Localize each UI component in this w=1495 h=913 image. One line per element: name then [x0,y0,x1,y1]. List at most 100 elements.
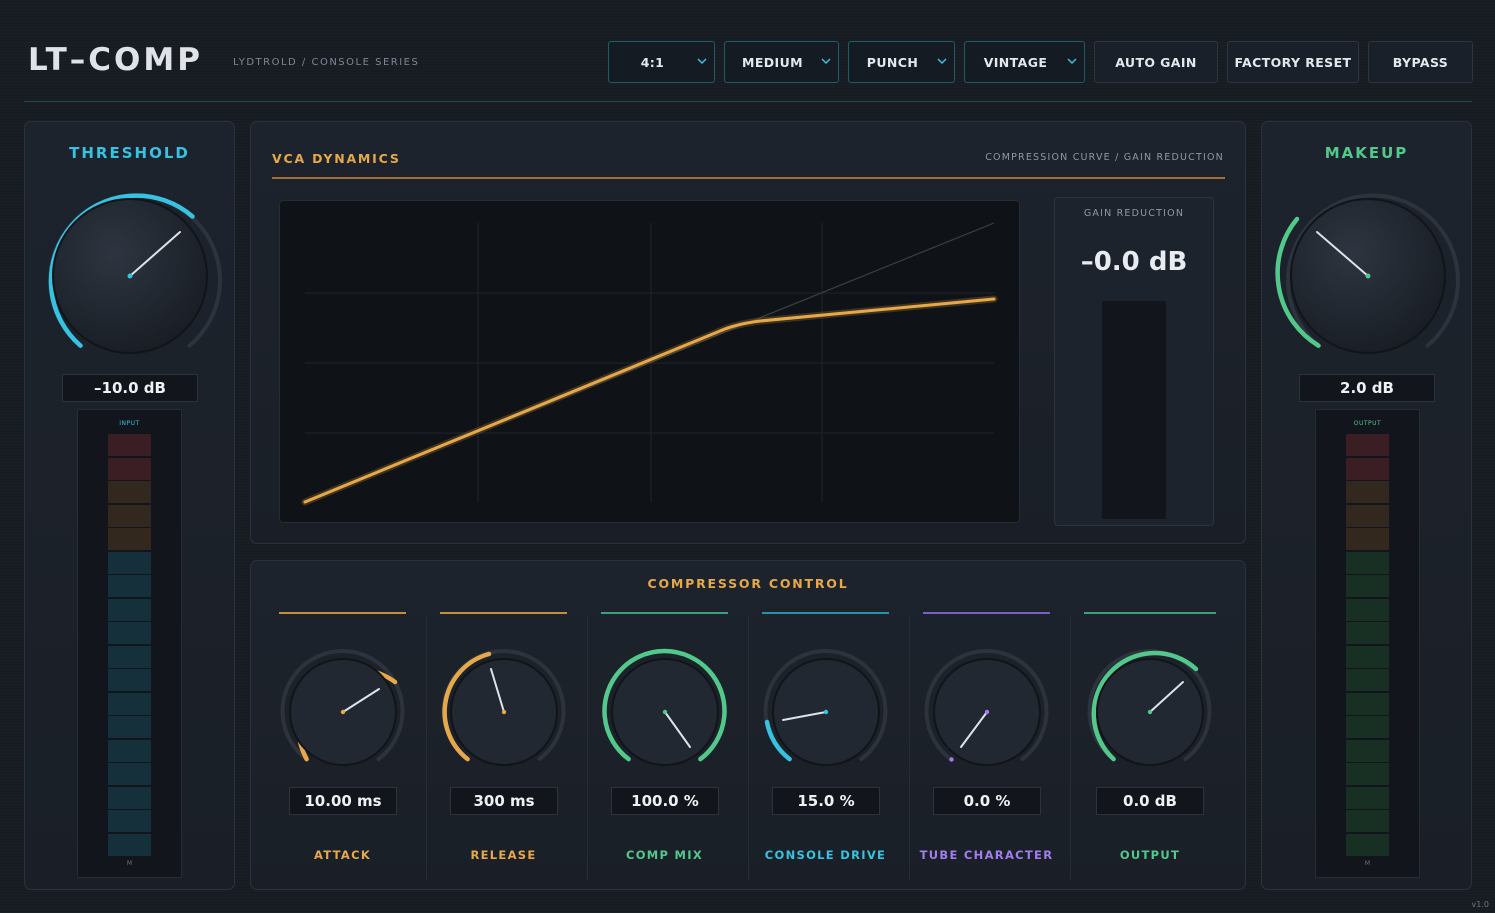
dynamics-title: VCA DYNAMICS [272,151,401,166]
makeup-panel: MAKEUP 2.0 dB OUTPUT M [1261,121,1472,890]
threshold-panel: THRESHOLD –10.0 dB INPUT M [24,121,235,890]
meter-segment [1346,551,1389,574]
plugin-title: LT–COMP [28,42,203,78]
release-label: RELEASE [470,848,537,862]
meter-segment [108,457,151,480]
meter-segment [1346,692,1389,715]
compressor-control-title: COMPRESSOR CONTROL [647,576,849,591]
gain-reduction-label: GAIN REDUCTION [1083,208,1185,219]
release-knob[interactable] [439,647,569,777]
makeup-knob[interactable] [1273,179,1463,369]
meter-segment [1346,786,1389,809]
release-accent-line [440,612,567,614]
meter-segment [108,786,151,809]
chevron-down-icon [937,58,947,65]
meter-segment [1346,810,1389,832]
attack-knob[interactable] [278,647,408,777]
threshold-value[interactable]: –10.0 dB [62,374,198,402]
meter-segment [1346,716,1389,738]
meter-segment [1346,669,1389,691]
chevron-down-icon [1067,58,1077,65]
tube-character-control: 0.0 % TUBE CHARACTER [906,612,1067,878]
meter-segment [1346,504,1389,527]
meter-segment [108,716,151,738]
comp-mix-value[interactable]: 100.0 % [611,787,719,815]
output-control: 0.0 dB OUTPUT [1067,612,1233,878]
tube-character-label: TUBE CHARACTER [919,848,1054,862]
makeup-value[interactable]: 2.0 dB [1299,374,1435,402]
meter-segment [108,481,151,503]
meter-segment [108,528,151,550]
meter-segment [108,833,151,856]
meter-segment [108,504,151,527]
meter-segment [108,622,151,644]
output-meter-marker: M [1364,860,1371,867]
meter-segment [108,598,151,621]
chevron-down-icon [697,58,707,65]
output-meter-label: OUTPUT [1353,420,1382,427]
meter-segment [1346,434,1389,456]
speed-dropdown[interactable]: MEDIUM [724,41,839,83]
compression-curve-graph [279,200,1020,523]
meter-segment [108,669,151,691]
header-divider [24,101,1472,102]
makeup-title: MAKEUP [1324,144,1409,162]
output-meter: OUTPUT M [1315,409,1420,878]
console-drive-accent-line [762,612,889,614]
meter-segment [108,739,151,762]
meter-segment [108,810,151,832]
meter-segment [1346,833,1389,856]
model-dropdown[interactable]: VINTAGE [964,41,1085,83]
output-accent-line [1084,612,1216,614]
meter-segment [1346,645,1389,668]
input-meter-marker: M [126,860,133,867]
meter-segment [1346,598,1389,621]
attack-label: ATTACK [313,848,372,862]
meter-segment [1346,528,1389,550]
release-value[interactable]: 300 ms [450,787,558,815]
bypass-button[interactable]: BYPASS [1368,41,1473,83]
console-drive-control: 15.0 % CONSOLE DRIVE [745,612,906,878]
version-label: v1.0 [1471,900,1489,909]
input-meter: INPUT M [77,409,182,878]
ratio-dropdown[interactable]: 4:1 [608,41,715,83]
gain-reduction-value: –0.0 dB [1080,247,1188,277]
output-knob[interactable] [1085,647,1215,777]
auto-gain-button[interactable]: AUTO GAIN [1094,41,1218,83]
console-drive-value[interactable]: 15.0 % [772,787,880,815]
output-value[interactable]: 0.0 dB [1096,787,1204,815]
speed-value: MEDIUM [742,54,803,70]
threshold-knob[interactable] [35,179,225,369]
output-label: OUTPUT [1119,848,1181,862]
meter-segment [108,763,151,785]
meter-segment [108,551,151,574]
factory-reset-button[interactable]: FACTORY RESET [1227,41,1359,83]
dynamics-subtitle: COMPRESSION CURVE / GAIN REDUCTION [985,152,1224,163]
comp-mix-accent-line [601,612,728,614]
meter-segment [108,434,151,456]
meter-segment [1346,457,1389,480]
console-drive-knob[interactable] [761,647,891,777]
chevron-down-icon [821,58,831,65]
console-drive-label: CONSOLE DRIVE [764,848,887,862]
meter-segment [1346,739,1389,762]
compression-curve-svg [301,222,998,506]
model-value: VINTAGE [983,54,1048,70]
tube-character-value[interactable]: 0.0 % [933,787,1041,815]
tube-character-accent-line [923,612,1050,614]
input-meter-label: INPUT [119,420,140,427]
attack-control: 10.00 ms ATTACK [262,612,423,878]
character-dropdown[interactable]: PUNCH [848,41,955,83]
tube-character-knob[interactable] [922,647,1052,777]
gain-reduction-meter [1102,301,1166,519]
plugin-subtitle: LYDTROLD / CONSOLE SERIES [233,57,420,68]
attack-value[interactable]: 10.00 ms [289,787,397,815]
attack-accent-line [279,612,406,614]
meter-segment [1346,622,1389,644]
ratio-value: 4:1 [640,54,665,70]
gain-reduction-display: GAIN REDUCTION –0.0 dB [1054,197,1214,526]
meter-segment [1346,763,1389,785]
meter-segment [108,692,151,715]
meter-segment [1346,481,1389,503]
comp-mix-knob[interactable] [600,647,730,777]
